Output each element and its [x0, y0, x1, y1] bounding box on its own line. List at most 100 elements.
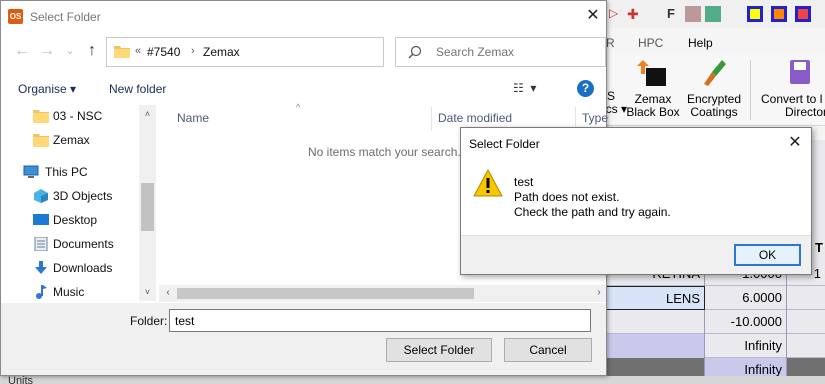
music-icon: [36, 285, 47, 299]
folder-icon: [114, 46, 130, 58]
table-row[interactable]: LENS 6.0000: [605, 286, 825, 310]
scrollbar-thumb[interactable]: [177, 288, 474, 299]
spot-icon[interactable]: [747, 6, 763, 22]
organise-menu[interactable]: Organise ▾: [18, 82, 76, 96]
black-box-icon: [637, 60, 666, 86]
empty-results-message: No items match your search.: [308, 145, 461, 159]
breadcrumb-separator[interactable]: ›: [191, 45, 195, 57]
new-folder-button[interactable]: New folder: [109, 82, 166, 96]
quick-access-toolbar: ▷ ✚ F: [605, 0, 825, 28]
desktop-icon: [33, 214, 49, 225]
grid-cell[interactable]: 6.0000: [705, 286, 787, 310]
column-header-type[interactable]: Type: [582, 111, 608, 125]
spot3-icon[interactable]: [795, 6, 811, 22]
cube-icon: [34, 189, 48, 203]
navigation-scrollbar[interactable]: ˄ ˅: [139, 105, 156, 301]
sidebar-item-zemax[interactable]: Zemax: [1, 129, 139, 151]
breadcrumb-overflow[interactable]: «: [135, 45, 141, 57]
sidebar-item-this-pc[interactable]: This PC: [1, 161, 139, 183]
status-strip: [0, 376, 825, 384]
grid-cell-selected[interactable]: LENS: [605, 286, 705, 310]
breadcrumb-item[interactable]: Zemax: [203, 45, 240, 59]
convert-to-directory-button[interactable]: Convert to l Director: [761, 58, 825, 119]
grid-cell[interactable]: -10.0000: [705, 310, 787, 334]
spot2-icon[interactable]: [771, 6, 787, 22]
view-options-icon[interactable]: ☷ ▾: [513, 81, 553, 99]
sidebar-item-label: 3D Objects: [53, 189, 113, 203]
grid-cell[interactable]: [605, 334, 705, 358]
grid-cell[interactable]: [787, 286, 825, 310]
chevron-up-icon[interactable]: ˄: [139, 107, 156, 121]
breadcrumb-item[interactable]: #7540: [147, 45, 180, 59]
address-bar[interactable]: « #7540 › Zemax ⌄ ↻: [106, 37, 472, 67]
sort-caret-icon: ^: [296, 102, 301, 112]
table-row[interactable]: Infinity: [605, 334, 825, 358]
path-error-dialog: Select Folder ✕ test Path does not exist…: [460, 127, 812, 275]
sidebar-item-downloads[interactable]: Downloads: [1, 257, 139, 279]
grid-cell[interactable]: Infinity: [705, 334, 787, 358]
tab-r[interactable]: R: [606, 36, 615, 50]
command-bar: Organise ▾ New folder ☷ ▾ ?: [1, 77, 606, 103]
folder-icon: [33, 110, 49, 123]
message-hint-text: Check the path and try again.: [514, 205, 671, 219]
table-row[interactable]: -10.0000: [605, 310, 825, 334]
forward-arrow-icon[interactable]: →: [36, 40, 58, 62]
crosshair-icon[interactable]: ✚: [627, 6, 643, 22]
play-icon[interactable]: ▷: [609, 6, 625, 22]
coating-brush-icon: [704, 60, 726, 86]
chevron-down-icon[interactable]: ˅: [139, 285, 156, 299]
select-folder-button[interactable]: Select Folder: [386, 338, 492, 362]
encrypted-coatings-button[interactable]: Encrypted Coatings: [685, 58, 743, 119]
close-button[interactable]: ✕: [783, 132, 807, 154]
units-label: Units: [8, 375, 34, 384]
back-arrow-icon[interactable]: ←: [11, 40, 33, 62]
column-divider[interactable]: [431, 107, 432, 131]
convert-icon: [790, 60, 810, 84]
close-button[interactable]: ✕: [581, 5, 605, 27]
ribbon-label: Black Box: [626, 105, 680, 119]
folder-input[interactable]: [169, 309, 591, 332]
grid-header-letter: T: [815, 240, 823, 255]
ribbon: S ics ▾ Zemax Black Box Encrypted Coatin…: [603, 54, 825, 126]
zemax-black-box-button[interactable]: Zemax Black Box: [625, 58, 681, 119]
tab-help[interactable]: Help: [688, 36, 713, 50]
warning-icon: [473, 169, 503, 197]
ok-button[interactable]: OK: [734, 244, 801, 266]
grid-cell[interactable]: [605, 310, 705, 334]
message-box-title: Select Folder: [469, 137, 540, 151]
search-input[interactable]: [436, 44, 596, 60]
chevron-right-icon[interactable]: ›: [592, 286, 606, 300]
column-header-name[interactable]: Name: [177, 111, 209, 125]
computer-icon: [23, 165, 39, 178]
grid-cell[interactable]: [787, 310, 825, 334]
navigation-pane: 03 - NSC Zemax This PC 3D Objects Deskto…: [1, 105, 157, 301]
horizontal-scrollbar[interactable]: ‹ ›: [159, 285, 606, 302]
recent-chevron-icon[interactable]: ⌄: [59, 40, 81, 62]
map-icon[interactable]: [705, 6, 721, 22]
search-box[interactable]: [395, 37, 606, 67]
sidebar-item-desktop[interactable]: Desktop: [1, 209, 139, 231]
cancel-button[interactable]: Cancel: [504, 338, 592, 362]
sidebar-item-label: 03 - NSC: [53, 109, 103, 123]
message-error-text: Path does not exist.: [514, 190, 620, 204]
column-header-date-modified[interactable]: Date modified: [438, 111, 512, 125]
up-arrow-icon[interactable]: ↑: [81, 40, 103, 62]
sidebar-item-label: Downloads: [53, 261, 113, 275]
sidebar-item-label: Documents: [53, 237, 114, 251]
sidebar-item-3d-objects[interactable]: 3D Objects: [1, 185, 139, 207]
sidebar-item-music[interactable]: Music: [1, 281, 139, 303]
f-icon[interactable]: F: [667, 6, 683, 22]
grid-cell[interactable]: [787, 334, 825, 358]
scrollbar-thumb[interactable]: [141, 183, 154, 231]
sidebar-item-03-nsc[interactable]: 03 - NSC: [1, 105, 139, 127]
opticstudio-icon: OS: [8, 9, 23, 24]
dialog-titlebar[interactable]: OS Select Folder ✕: [1, 1, 606, 32]
sidebar-item-label: Desktop: [53, 213, 98, 227]
chevron-left-icon[interactable]: ‹: [161, 286, 175, 300]
message-folder-name: test: [514, 175, 534, 189]
person-icon[interactable]: [685, 6, 701, 22]
sidebar-item-label: Zemax: [53, 133, 90, 147]
sidebar-item-documents[interactable]: Documents: [1, 233, 139, 255]
help-icon[interactable]: ?: [577, 80, 594, 97]
tab-hpc[interactable]: HPC: [638, 36, 663, 50]
